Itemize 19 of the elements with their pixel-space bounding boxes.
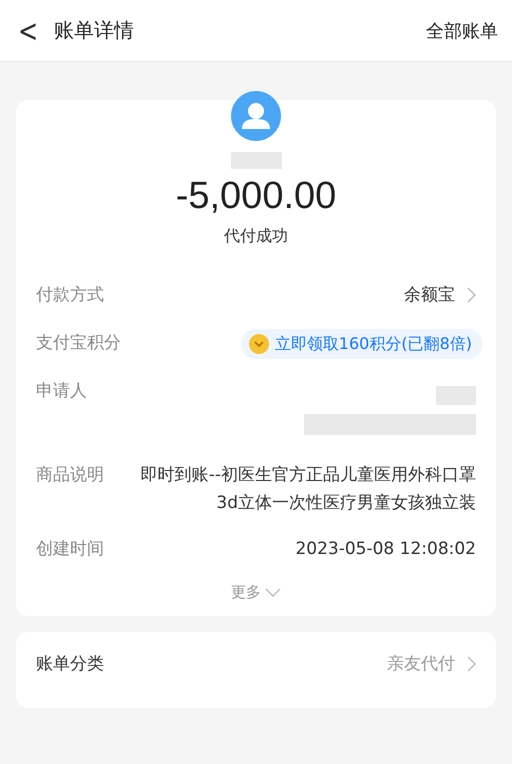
coin-icon <box>248 334 269 354</box>
detail-link[interactable]: 余额宝 <box>404 281 476 309</box>
chevron-icon <box>467 287 476 303</box>
detail-value: 2023-05-08 12:08:02 <box>295 538 476 561</box>
detail-label: 商品说明 <box>36 464 105 487</box>
points-button[interactable]: 立即领取160积分(已翻8倍) <box>240 329 482 359</box>
amount: -5,000.00 <box>174 175 338 218</box>
chevron-down-icon <box>265 588 281 597</box>
detail-label: 申请人 <box>36 380 88 403</box>
status-text: 代付成功 <box>223 226 289 247</box>
detail-value: 即时到账--初医生官方正品儿童医用外科口罩3d立体一次性医疗男童女孩独立装 <box>140 464 476 515</box>
chevron-icon <box>467 656 476 672</box>
detail-label: 支付宝积分 <box>36 332 122 355</box>
detail-label: 付款方式 <box>36 284 105 307</box>
page-title: 账单详情 <box>54 17 135 44</box>
back-button[interactable]: < <box>18 12 48 49</box>
detail-label: 创建时间 <box>36 538 105 561</box>
category-label: 账单分类 <box>36 653 105 676</box>
all-bills-link[interactable]: 全部账单 <box>426 18 498 42</box>
